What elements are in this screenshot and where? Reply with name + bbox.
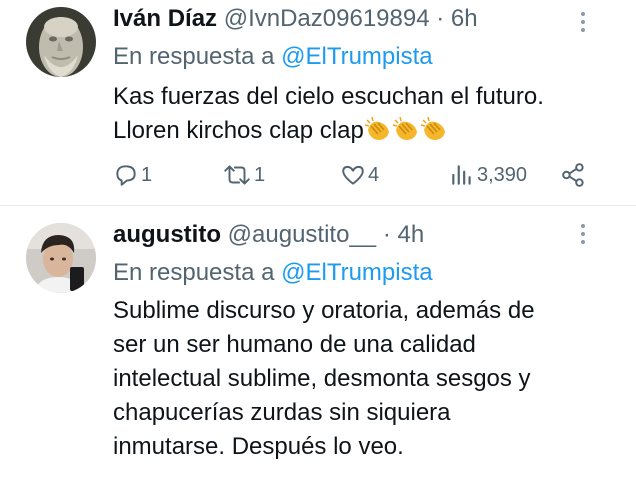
reply-icon: [116, 165, 136, 186]
display-name[interactable]: augustito: [113, 221, 221, 248]
like-count: 4: [368, 163, 380, 186]
retweet-count: 1: [254, 163, 266, 186]
person-selfie-icon: [26, 223, 96, 293]
reply-context: En respuesta a @ElTrumpista: [113, 258, 433, 288]
tweet-text-line: Sublime discurso y oratoria, además de: [113, 297, 535, 324]
display-name[interactable]: Iván Díaz: [113, 5, 217, 32]
bar-chart-icon: [452, 165, 471, 185]
tweet-actions: 1 1 4 3,390: [0, 160, 636, 190]
tweet-text-line: intelectual sublime, desmonta sesgos y: [113, 365, 531, 392]
user-handle[interactable]: @augustito__: [228, 221, 376, 248]
heart-icon: [342, 165, 364, 185]
tweet-text-line: ser un ser humano de una calidad: [113, 331, 476, 358]
tweet-header: Iván Díaz @IvnDaz09619894 · 6h: [113, 4, 478, 34]
clapping-hands-icon: [364, 116, 449, 152]
reply-button[interactable]: 1: [113, 160, 152, 190]
more-options-icon[interactable]: [576, 222, 590, 248]
user-handle[interactable]: @IvnDaz09619894: [224, 5, 430, 32]
separator-dot: ·: [436, 5, 445, 32]
tweet-text: Sublime discurso y oratoria, además de s…: [113, 294, 613, 464]
mention-link[interactable]: @ElTrumpista: [281, 43, 433, 70]
mention-link[interactable]: @ElTrumpista: [281, 259, 433, 286]
share-icon: [562, 163, 584, 187]
tweet[interactable]: augustito @augustito__ · 4h En respuesta…: [0, 206, 636, 482]
reply-feed: Iván Díaz @IvnDaz09619894 · 6h En respue…: [0, 0, 636, 482]
tweet[interactable]: Iván Díaz @IvnDaz09619894 · 6h En respue…: [0, 0, 636, 205]
statue-bust-icon: [26, 7, 96, 77]
timestamp[interactable]: 4h: [397, 221, 424, 248]
avatar[interactable]: [26, 223, 96, 293]
tweet-text-line: chapucerías zurdas sin siquiera: [113, 399, 451, 426]
reply-context: En respuesta a @ElTrumpista: [113, 42, 433, 72]
tweet-text-line: Kas fuerzas del cielo escuchan el futuro…: [113, 83, 544, 110]
reply-count: 1: [141, 163, 153, 186]
like-button[interactable]: 4: [340, 160, 379, 190]
separator-dot: ·: [382, 221, 391, 248]
timestamp[interactable]: 6h: [451, 5, 478, 32]
tweet-text-line: Lloren kirchos clap clap: [113, 117, 364, 144]
retweet-button[interactable]: 1: [222, 160, 265, 190]
more-options-icon[interactable]: [576, 10, 590, 36]
tweet-text-line-with-emoji: Lloren kirchos clap clap: [113, 114, 613, 152]
tweet-text: Kas fuerzas del cielo escuchan el futuro…: [113, 80, 613, 152]
view-count: 3,390: [477, 163, 528, 186]
avatar[interactable]: [26, 7, 96, 77]
reply-prefix: En respuesta a: [113, 259, 275, 286]
views-button[interactable]: 3,390: [449, 160, 527, 190]
tweet-text-line: inmutarse. Después lo veo.: [113, 433, 404, 460]
share-button[interactable]: [561, 160, 587, 190]
tweet-header: augustito @augustito__ · 4h: [113, 220, 424, 250]
retweet-icon: [224, 165, 250, 185]
reply-prefix: En respuesta a: [113, 43, 275, 70]
